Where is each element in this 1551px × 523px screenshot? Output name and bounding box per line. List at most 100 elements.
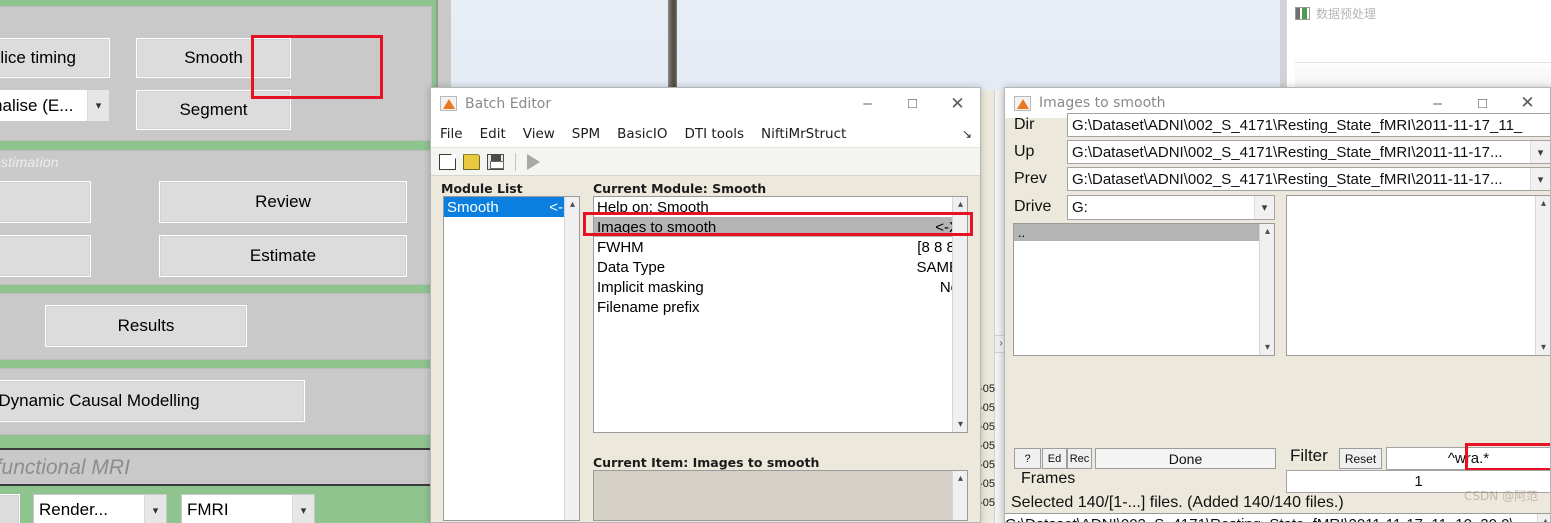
spm-slice-timing-label: Slice timing bbox=[0, 48, 76, 67]
spm-dcm-button[interactable]: Dynamic Causal Modelling bbox=[0, 380, 305, 422]
current-item-help-box[interactable]: ▴ bbox=[593, 470, 968, 521]
module-item-label: Implicit masking bbox=[597, 278, 704, 296]
spm-render-combo[interactable]: Render... ▾ bbox=[33, 494, 167, 523]
done-button[interactable]: Done bbox=[1095, 448, 1276, 469]
spm-footer-band: SPM for functional MRI bbox=[0, 448, 432, 486]
directory-list-item[interactable]: .. bbox=[1014, 224, 1274, 241]
dir-field[interactable]: G:\Dataset\ADNI\002_S_4171\Resting_State… bbox=[1067, 113, 1550, 137]
rec-button[interactable]: Rec bbox=[1067, 448, 1092, 469]
scroll-up-icon[interactable]: ▴ bbox=[1538, 514, 1550, 522]
module-item-filename-prefix[interactable]: Filename prefix s bbox=[594, 297, 967, 317]
menu-niftimrstruct[interactable]: NiftiMrStruct bbox=[761, 126, 846, 142]
directory-list-item-label: .. bbox=[1018, 225, 1026, 240]
module-item-fwhm[interactable]: FWHM [8 8 8] bbox=[594, 237, 967, 257]
chevron-down-icon[interactable]: ▾ bbox=[1254, 196, 1274, 219]
image-thumbnail-icon bbox=[1295, 6, 1310, 20]
preprocess-window[interactable]: 数据预处理 bbox=[1286, 0, 1551, 96]
menu-edit[interactable]: Edit bbox=[480, 126, 506, 142]
menu-overflow-icon[interactable]: ↘ bbox=[962, 127, 972, 141]
batch-editor-window[interactable]: Batch Editor – □ ✕ File Edit View SPM Ba… bbox=[430, 87, 981, 523]
scroll-up-icon[interactable]: ▴ bbox=[565, 197, 579, 212]
module-item-implicit-masking[interactable]: Implicit masking No bbox=[594, 277, 967, 297]
filter-reset-label: Reset bbox=[1344, 451, 1377, 466]
chevron-down-icon[interactable]: ▾ bbox=[292, 495, 314, 523]
module-item-list[interactable]: Help on: Smooth Images to smooth <-X FWH… bbox=[593, 196, 968, 433]
help-button[interactable]: ? bbox=[1014, 448, 1041, 469]
filter-input-value: ^wra.* bbox=[1447, 450, 1490, 467]
close-icon[interactable]: ✕ bbox=[935, 88, 980, 119]
spm-slice-timing-button[interactable]: Slice timing bbox=[0, 38, 110, 78]
scroll-up-icon[interactable]: ▴ bbox=[953, 471, 967, 486]
scroll-up-icon[interactable]: ▴ bbox=[1260, 224, 1274, 239]
spm-render-value: Render... bbox=[39, 500, 108, 519]
scroll-down-icon[interactable]: ▾ bbox=[953, 417, 967, 432]
module-list-scrollbar[interactable]: ▴ bbox=[564, 197, 579, 520]
menu-file[interactable]: File bbox=[440, 126, 463, 142]
spm-estimate-label: Estimate bbox=[249, 246, 317, 265]
spm-1st-level-button[interactable]: 1st-level bbox=[0, 181, 91, 223]
selected-files-listbox[interactable]: G:\Dataset\ADNI\002_S_4171\Resting_State… bbox=[1005, 513, 1550, 522]
new-file-icon[interactable] bbox=[439, 153, 456, 170]
minimize-icon[interactable]: – bbox=[845, 88, 890, 119]
spm-check-reg-button[interactable]: Check Reg bbox=[0, 494, 20, 523]
chevron-down-icon[interactable]: ▾ bbox=[144, 495, 166, 523]
spm-combo-normalise[interactable]: Normalise (E... ▾ bbox=[0, 89, 110, 122]
prev-field-label: Prev bbox=[1014, 170, 1047, 187]
spm-estimate-button[interactable]: Estimate bbox=[159, 235, 407, 277]
run-icon[interactable] bbox=[527, 153, 540, 170]
scroll-up-icon[interactable]: ▴ bbox=[1536, 196, 1550, 211]
current-item-help-scrollbar[interactable]: ▴ bbox=[952, 471, 967, 520]
module-item-list-scrollbar[interactable]: ▴ ▾ bbox=[952, 197, 967, 432]
spm-bottom-row: Check Reg Render... ▾ FMRI ▾ bbox=[0, 494, 432, 523]
spm-2nd-level-button[interactable]: 2nd-level bbox=[0, 235, 91, 277]
spm-smooth-button[interactable]: Smooth bbox=[136, 38, 291, 78]
module-list-item-smooth[interactable]: Smooth <-X bbox=[444, 197, 579, 217]
menu-basicio[interactable]: BasicIO bbox=[617, 126, 667, 142]
chevron-down-icon[interactable]: ▾ bbox=[1530, 168, 1550, 190]
drive-combo[interactable]: G: ▾ bbox=[1067, 195, 1275, 220]
filter-reset-button[interactable]: Reset bbox=[1339, 448, 1382, 469]
filter-input[interactable]: ^wra.* bbox=[1386, 447, 1550, 470]
selected-files-scrollbar[interactable]: ▴ ▾ bbox=[1537, 514, 1550, 522]
chevron-down-icon[interactable]: ▾ bbox=[1530, 141, 1550, 163]
module-list[interactable]: Smooth <-X ▴ bbox=[443, 196, 580, 521]
spm-modality-combo[interactable]: FMRI ▾ bbox=[181, 494, 315, 523]
module-item-images-to-smooth[interactable]: Images to smooth <-X bbox=[594, 217, 967, 237]
module-item-help-on-smooth[interactable]: Help on: Smooth bbox=[594, 197, 967, 217]
drive-field-label: Drive bbox=[1014, 198, 1052, 215]
spm-model-panel: on, review and estimation 1st-level Revi… bbox=[0, 150, 432, 285]
file-selector-window[interactable]: Images to smooth – □ ✕ Dir G:\Dataset\AD… bbox=[1004, 87, 1551, 523]
module-item-label: Data Type bbox=[597, 258, 666, 276]
module-item-label: Help on: Smooth bbox=[597, 198, 709, 216]
file-listbox[interactable]: ▴ ▾ bbox=[1286, 195, 1550, 356]
spm-segment-button[interactable]: Segment bbox=[136, 90, 291, 130]
spm-review-button[interactable]: Review bbox=[159, 181, 407, 223]
scroll-up-icon[interactable]: ▴ bbox=[953, 197, 967, 212]
edit-button[interactable]: Ed bbox=[1042, 448, 1067, 469]
preprocess-tab[interactable]: 数据预处理 bbox=[1287, 0, 1551, 22]
scroll-down-icon[interactable]: ▾ bbox=[1260, 340, 1274, 355]
prev-field[interactable]: G:\Dataset\ADNI\002_S_4171\Resting_State… bbox=[1067, 167, 1550, 191]
scroll-down-icon[interactable]: ▾ bbox=[1536, 340, 1550, 355]
spm-main-window[interactable]: ...essing i... ▾ Slice timing Smooth .. … bbox=[0, 0, 438, 523]
frames-input[interactable]: 1 bbox=[1286, 470, 1550, 493]
menu-view[interactable]: View bbox=[523, 126, 555, 142]
open-file-icon[interactable] bbox=[463, 153, 480, 170]
batch-editor-titlebar[interactable]: Batch Editor – □ ✕ bbox=[431, 88, 980, 120]
menu-dti-tools[interactable]: DTI tools bbox=[685, 126, 745, 142]
directory-listbox[interactable]: .. ▴ ▾ bbox=[1013, 223, 1275, 356]
directory-listbox-scrollbar[interactable]: ▴ ▾ bbox=[1259, 224, 1274, 355]
module-item-data-type[interactable]: Data Type SAME bbox=[594, 257, 967, 277]
spm-combo-normalise-value: Normalise (E... bbox=[0, 95, 74, 115]
selection-status-text: Selected 140/[1-...] files. (Added 140/1… bbox=[1011, 494, 1344, 511]
up-field[interactable]: G:\Dataset\ADNI\002_S_4171\Resting_State… bbox=[1067, 140, 1550, 164]
file-listbox-scrollbar[interactable]: ▴ ▾ bbox=[1535, 196, 1550, 355]
list-item[interactable]: G:\Dataset\ADNI\002_S_4171\Resting_State… bbox=[1005, 514, 1550, 522]
rec-button-label: Rec bbox=[1069, 452, 1090, 465]
menu-spm[interactable]: SPM bbox=[572, 126, 600, 142]
batch-editor-title: Batch Editor bbox=[465, 95, 552, 112]
save-file-icon[interactable] bbox=[487, 153, 504, 170]
chevron-down-icon[interactable]: ▾ bbox=[87, 90, 109, 121]
spm-results-button[interactable]: Results bbox=[45, 305, 247, 347]
maximize-icon[interactable]: □ bbox=[890, 88, 935, 119]
